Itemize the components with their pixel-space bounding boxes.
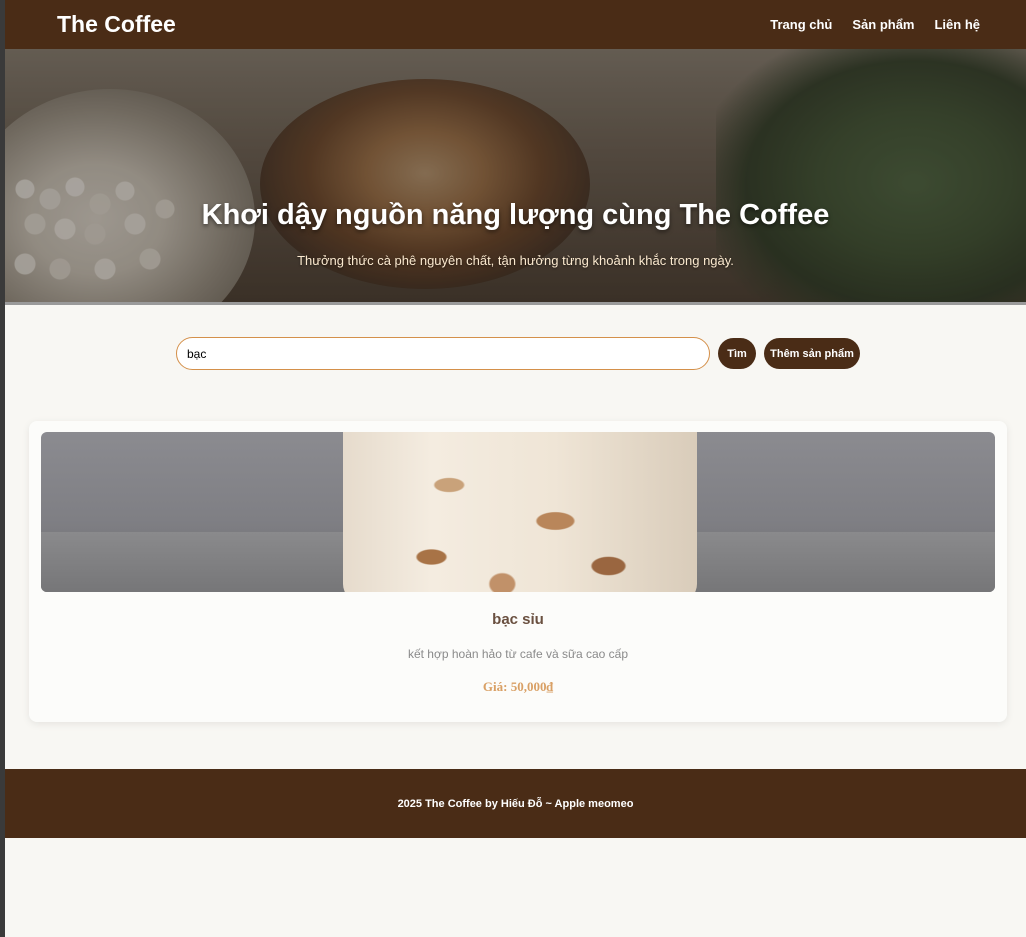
logo[interactable]: The Coffee xyxy=(57,11,176,38)
hero-subtitle: Thưởng thức cà phê nguyên chất, tận hưởn… xyxy=(297,253,734,268)
search-button[interactable]: Tìm xyxy=(718,338,756,369)
add-product-button[interactable]: Thêm sản phẩm xyxy=(764,338,860,369)
page: The Coffee Trang chủ Sản phẩm Liên hệ Kh… xyxy=(5,0,1026,937)
nav-products[interactable]: Sản phẩm xyxy=(852,17,914,32)
product-description: kết hợp hoàn hảo từ cafe và sữa cao cấp xyxy=(407,647,629,661)
search-input[interactable] xyxy=(176,337,710,370)
hero-divider xyxy=(5,302,1026,305)
site-header: The Coffee Trang chủ Sản phẩm Liên hệ xyxy=(5,0,1026,49)
hero-banner: Khơi dậy nguồn năng lượng cùng The Coffe… xyxy=(5,49,1026,305)
product-card[interactable]: bạc sỉu kết hợp hoàn hảo từ cafe và sữa … xyxy=(29,421,1007,722)
product-image xyxy=(41,432,995,592)
product-price: Giá: 50,000₫ xyxy=(482,679,554,694)
product-name: bạc sỉu xyxy=(492,611,544,628)
nav-home[interactable]: Trang chủ xyxy=(770,17,832,32)
main-nav: Trang chủ Sản phẩm Liên hệ xyxy=(770,17,980,32)
footer-text: 2025 The Coffee by Hiếu Đỗ ~ Apple meome… xyxy=(397,797,634,810)
search-bar: Tìm Thêm sản phẩm xyxy=(176,337,860,370)
hero-title: Khơi dậy nguồn năng lượng cùng The Coffe… xyxy=(201,199,830,231)
product-image-drink xyxy=(343,432,697,592)
site-footer: 2025 The Coffee by Hiếu Đỗ ~ Apple meome… xyxy=(5,769,1026,838)
nav-contact[interactable]: Liên hệ xyxy=(934,17,980,32)
